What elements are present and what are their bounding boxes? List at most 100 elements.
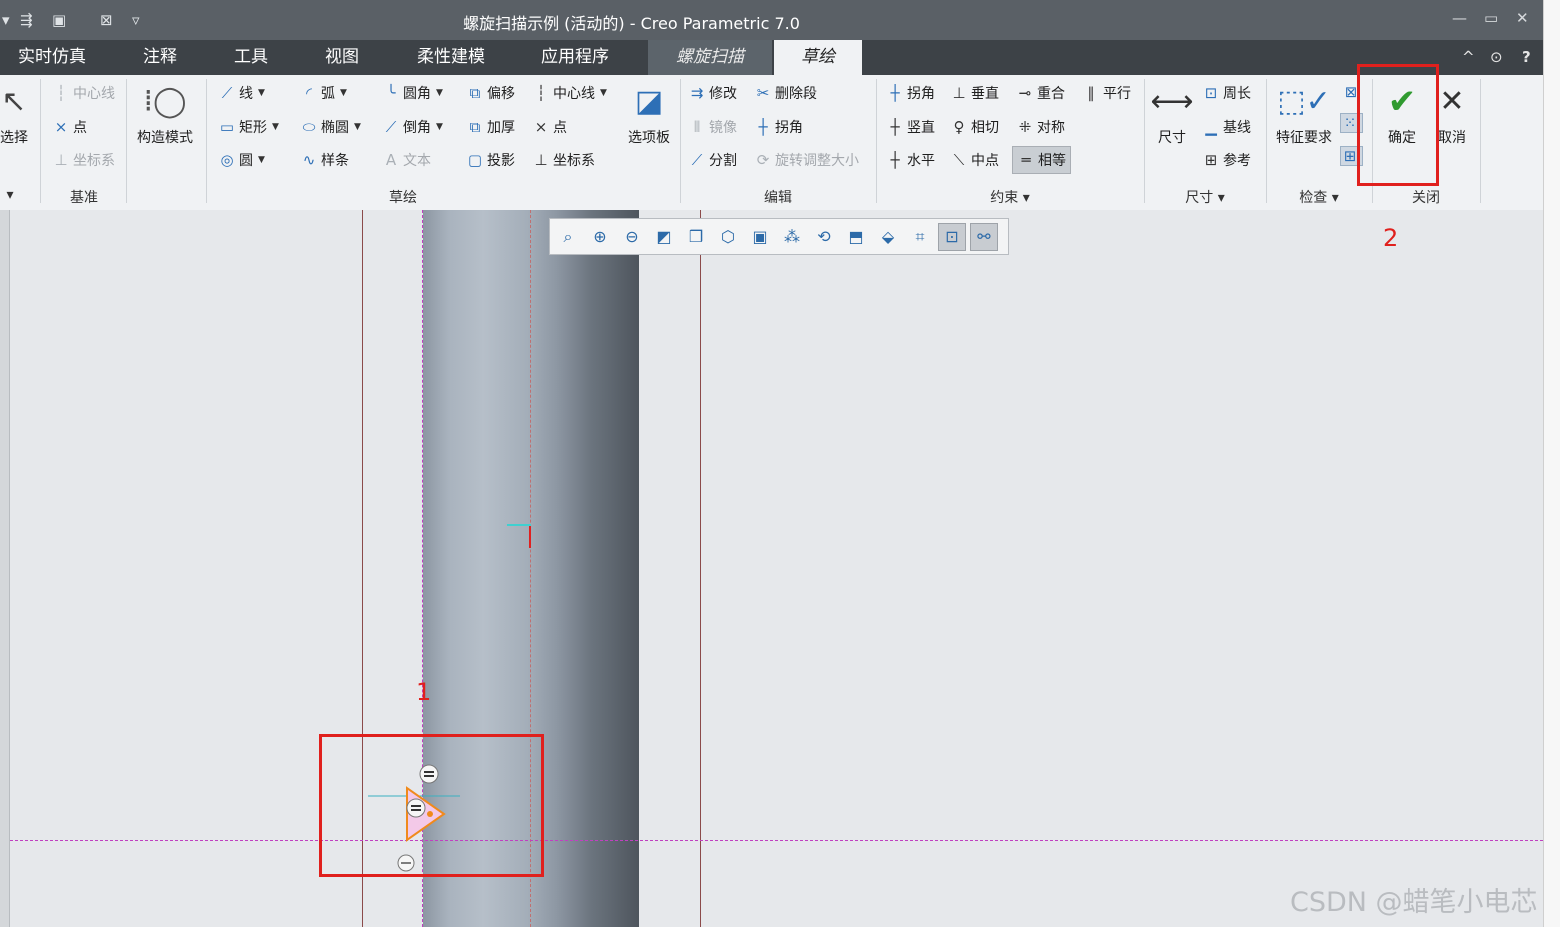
datum-centerline[interactable]: ┆ 中心线 — [52, 83, 115, 103]
tab-helical-sweep[interactable]: 螺旋扫描 — [648, 40, 772, 75]
sketch-view-icon[interactable]: ⌗ — [906, 223, 934, 251]
line-tool[interactable]: ⟋ 线 ▼ — [218, 83, 265, 103]
datum-point[interactable]: × 点 — [52, 117, 87, 137]
constraint-coincident[interactable]: ⊸ 重合 — [1016, 83, 1065, 103]
modify-icon: ⇉ — [690, 84, 704, 102]
tangent-icon: ♀ — [953, 118, 965, 136]
dimension-group-label[interactable]: 尺寸 ▾ — [1144, 187, 1266, 207]
maximize-button[interactable]: ▭ — [1484, 9, 1498, 27]
separator — [1144, 79, 1145, 203]
rotate-resize-tool[interactable]: ⟳ 旋转调整大小 — [754, 150, 859, 170]
constraint-perpendicular[interactable]: ⊥ 垂直 — [950, 83, 999, 103]
inspect-group-label[interactable]: 检查 ▾ — [1266, 187, 1372, 207]
perimeter-tool[interactable]: ⊡ 周长 — [1202, 83, 1251, 103]
tab-annotate[interactable]: 注释 — [112, 40, 208, 75]
separator — [206, 79, 207, 203]
corner-tool[interactable]: ┼ 拐角 — [754, 117, 803, 137]
select-button[interactable]: ↖ 选择 — [0, 81, 32, 147]
perspective-icon[interactable]: ⬒ — [842, 223, 870, 251]
palette-button[interactable]: ◪ 选项板 — [622, 81, 676, 147]
palette-icon: ◪ — [634, 84, 664, 119]
arc-tool[interactable]: ◜ 弧 ▼ — [300, 83, 347, 103]
sketch-csys-tool[interactable]: ⊥ 坐标系 — [532, 150, 595, 170]
help-icon[interactable]: ? — [1522, 48, 1531, 66]
cursor-icon: ↖ — [1, 84, 27, 119]
spline-tool[interactable]: ∿ 样条 — [300, 150, 349, 170]
point-tool[interactable]: × 点 — [532, 117, 567, 137]
centerline-tool[interactable]: ┆ 中心线 ▼ — [532, 83, 606, 103]
sketcher-display-icon[interactable]: ⊡ — [938, 222, 966, 251]
highlight-box-sketch — [319, 734, 544, 877]
perimeter-icon: ⊡ — [1204, 84, 1218, 102]
separator — [680, 79, 681, 203]
thicken-tool[interactable]: ⧉ 加厚 — [466, 117, 515, 137]
project-tool[interactable]: ▢ 投影 — [466, 150, 515, 170]
zoom-out-icon[interactable]: ⊖ — [618, 223, 646, 251]
reference-line — [700, 210, 701, 927]
rectangle-tool[interactable]: ▭ 矩形 ▼ — [218, 117, 279, 137]
graphics-area[interactable]: ⌕ ⊕ ⊖ ◩ ❒ ⬡ ▣ ⁂ ⟲ ⬒ ⬙ ⌗ ⊡ ⚯ 1 2 — [0, 210, 1543, 927]
constraint-equal[interactable]: ═ 相等 — [1012, 146, 1071, 174]
constraint-vertical[interactable]: ┼ 竖直 — [886, 117, 935, 137]
constraint-tangent[interactable]: ♀ 相切 — [950, 117, 1000, 137]
construction-mode-button[interactable]: ⁞◯ 构造模式 — [132, 81, 198, 147]
annotation-display-icon[interactable]: ⬙ — [874, 223, 902, 251]
constraint-horizontal[interactable]: ┼ 水平 — [886, 150, 935, 170]
repaint-icon[interactable]: ◩ — [650, 223, 678, 251]
fillet-tool[interactable]: ╰ 圆角 ▼ — [382, 83, 442, 103]
chamfer-tool[interactable]: ⟋ 倒角 ▼ — [382, 117, 443, 137]
construction-icon: ⁞◯ — [143, 84, 187, 119]
title-bar: ▾ ⇶ ▣ ⊠ ▿ 螺旋扫描示例 (活动的) - Creo Parametric… — [0, 0, 1543, 40]
zoom-in-icon[interactable]: ⊕ — [586, 223, 614, 251]
reference-tool[interactable]: ⊞ 参考 — [1202, 150, 1251, 170]
baseline-tool[interactable]: ▁ 基线 — [1202, 117, 1251, 137]
close-button[interactable]: ✕ — [1516, 9, 1529, 27]
parallel-icon: ∥ — [1087, 84, 1095, 102]
search-help-icon[interactable]: ⊙ — [1490, 48, 1503, 66]
tab-simulation[interactable]: 实时仿真 — [0, 40, 104, 75]
centerline-icon: ┆ — [536, 84, 546, 102]
constraint-display-icon[interactable]: ⚯ — [970, 222, 998, 251]
tab-tools[interactable]: 工具 — [206, 40, 296, 75]
delete-segment-tool[interactable]: ✂ 删除段 — [754, 83, 817, 103]
modify-tool[interactable]: ⇉ 修改 — [688, 83, 737, 103]
ribbon-tabs: 实时仿真 注释 工具 视图 柔性建模 应用程序 螺旋扫描 草绘 ^ ⊙ ? — [0, 40, 1543, 75]
tab-flexible-modeling[interactable]: 柔性建模 — [396, 40, 506, 75]
offset-tool[interactable]: ⧉ 偏移 — [466, 83, 515, 103]
mirror-tool[interactable]: ⫴ 镜像 — [688, 117, 737, 137]
constraint-corner[interactable]: ┼ 拐角 — [886, 83, 935, 103]
spin-center-icon[interactable]: ⟲ — [810, 223, 838, 251]
datum-csys[interactable]: ⊥ 坐标系 — [52, 150, 115, 170]
constraint-symmetric[interactable]: ⁜ 对称 — [1016, 117, 1065, 137]
ellipse-tool[interactable]: ⬭ 椭圆 ▼ — [300, 117, 361, 137]
centerline-icon: ┆ — [56, 84, 66, 102]
view-manager-icon[interactable]: ▣ — [746, 223, 774, 251]
graphics-toolbar: ⌕ ⊕ ⊖ ◩ ❒ ⬡ ▣ ⁂ ⟲ ⬒ ⬙ ⌗ ⊡ ⚯ — [549, 218, 1009, 255]
saved-orientations-icon[interactable]: ⬡ — [714, 223, 742, 251]
tab-applications[interactable]: 应用程序 — [514, 40, 636, 75]
constraint-midpoint[interactable]: ⟍ 中点 — [950, 150, 999, 170]
tab-sketch[interactable]: 草绘 — [774, 40, 862, 75]
thicken-icon: ⧉ — [469, 118, 481, 136]
feature-requirements-icon: ⬚✓ — [1277, 84, 1331, 119]
dimension-button[interactable]: ⟷ 尺寸 — [1150, 81, 1194, 147]
navigator-edge[interactable] — [0, 210, 10, 927]
sketch-mark — [529, 526, 531, 548]
select-group-label[interactable]: ▾ — [0, 187, 20, 203]
datum-display-icon[interactable]: ⁂ — [778, 223, 806, 251]
datum-group-label: 基准 — [70, 190, 98, 206]
tab-view[interactable]: 视图 — [298, 40, 386, 75]
constrain-group-label[interactable]: 约束 ▾ — [876, 187, 1144, 207]
minimize-button[interactable]: — — [1452, 9, 1467, 27]
ribbon: ↖ 选择 ▾ ┆ 中心线 × 点 ⊥ 坐标系 基准 ⁞◯ 构造模式 ⟋ 线 ▼ ◜ 弧 ▼ ╰… — [0, 75, 1543, 211]
refit-icon[interactable]: ⌕ — [554, 223, 582, 251]
display-style-icon[interactable]: ❒ — [682, 223, 710, 251]
circle-tool[interactable]: ◎ 圆 ▼ — [218, 150, 264, 170]
divide-tool[interactable]: ⟋ 分割 — [688, 150, 737, 170]
vertical-icon: ┼ — [890, 118, 900, 136]
feature-requirements-button[interactable]: ⬚✓ 特征要求 — [1272, 81, 1336, 147]
text-tool[interactable]: A 文本 — [382, 150, 431, 170]
mirror-icon: ⫴ — [693, 118, 701, 136]
constraint-parallel[interactable]: ∥ 平行 — [1082, 83, 1131, 103]
minimize-ribbon-icon[interactable]: ^ — [1462, 48, 1475, 66]
